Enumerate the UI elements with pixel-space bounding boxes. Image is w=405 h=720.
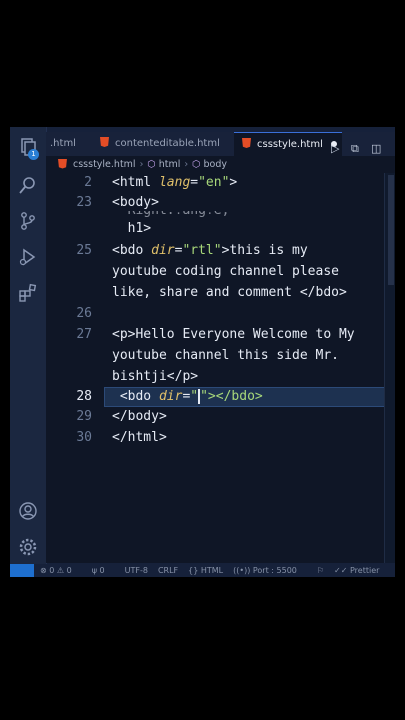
html5-icon [100,137,109,147]
breadcrumb: cssstyle.html › ⬡ html › ⬡ body [46,156,395,173]
tab-label: .html [50,138,76,149]
code-line: <html lang="en"> [112,175,238,190]
remote-indicator-icon[interactable] [10,564,34,577]
html5-icon [58,158,67,169]
status-bar: ⊗ 0 ⚠ 0 ψ 0 UTF-8 CRLF {} HTML ((•)) Port : 5… [10,564,395,577]
tab-label: cssstyle.html [257,139,323,150]
eol-status[interactable]: CRLF [158,566,178,575]
source-control-icon[interactable] [18,211,38,231]
extensions-icon[interactable] [18,283,38,303]
line-number: 26 [76,306,92,321]
tab-label: contenteditable.html [115,138,220,149]
code-line: </html> [112,430,167,445]
line-number: 28 [76,389,92,404]
tab-bar: .html contenteditable.html cssstyle.html… [46,132,395,157]
chevron-right-icon: › [139,159,144,170]
line-number: 2 [84,175,92,190]
split-editor-icon[interactable]: ◫ [371,142,381,155]
code-line: <body> [112,195,159,210]
activity-bar: 1 [10,127,47,567]
line-number: 27 [76,327,92,342]
feedback-icon[interactable]: ⚐ [317,566,324,575]
explorer-badge: 1 [28,149,39,160]
line-number: 30 [76,430,92,445]
tag-icon: ⬡ [192,159,204,170]
scrollbar-thumb[interactable] [388,175,394,285]
run-debug-icon[interactable] [18,247,38,267]
search-icon[interactable] [18,175,38,195]
live-server-port[interactable]: ((•)) Port : 5500 [233,566,307,575]
account-icon[interactable] [18,501,38,521]
code-line: youtube channel this side Mr. [112,348,339,363]
breadcrumb-file[interactable]: cssstyle.html [73,159,136,170]
language-mode[interactable]: {} HTML [188,566,223,575]
breadcrumb-html[interactable]: html [159,159,181,170]
run-icon[interactable]: ▷ [331,142,339,155]
problems-status[interactable]: ⊗ 0 ⚠ 0 [40,566,82,575]
chevron-right-icon: › [184,159,189,170]
line-number: 25 [76,243,92,258]
code-line: <bdo dir="rtl">this is my [112,243,308,258]
code-line: bishtji</p> [112,369,199,384]
code-line: like, share and comment </bdo> [112,285,347,300]
vertical-scrollbar[interactable] [384,173,395,563]
html5-icon [242,138,251,148]
code-line: h1> [112,221,152,236]
prettier-status[interactable]: ✓✓ Prettier [334,566,389,575]
info-status[interactable]: ψ 0 [92,566,115,575]
tab-contenteditable[interactable]: contenteditable.html [100,132,228,156]
line-number: 23 [76,195,92,210]
settings-gear-icon[interactable] [18,537,38,557]
tab-html[interactable]: .html [46,132,96,156]
line-number: 29 [76,409,92,424]
code-editor[interactable]: 2<html lang="en"> 23<body> Right:!ang!e;… [46,173,395,563]
vscode-window: 1 .html contenteditable.html cssstyle.ht… [10,127,395,577]
encoding-status[interactable]: UTF-8 [125,566,148,575]
breadcrumb-body[interactable]: body [203,159,227,170]
code-line-active[interactable]: <bdo dir=" "></bdo> [112,387,263,407]
tag-icon: ⬡ [147,159,159,170]
compare-icon[interactable]: ⧉ [351,142,359,156]
code-line: </body> [112,409,167,424]
code-line: youtube coding channel please [112,264,339,279]
code-line: <p>Hello Everyone Welcome to My [112,327,355,342]
